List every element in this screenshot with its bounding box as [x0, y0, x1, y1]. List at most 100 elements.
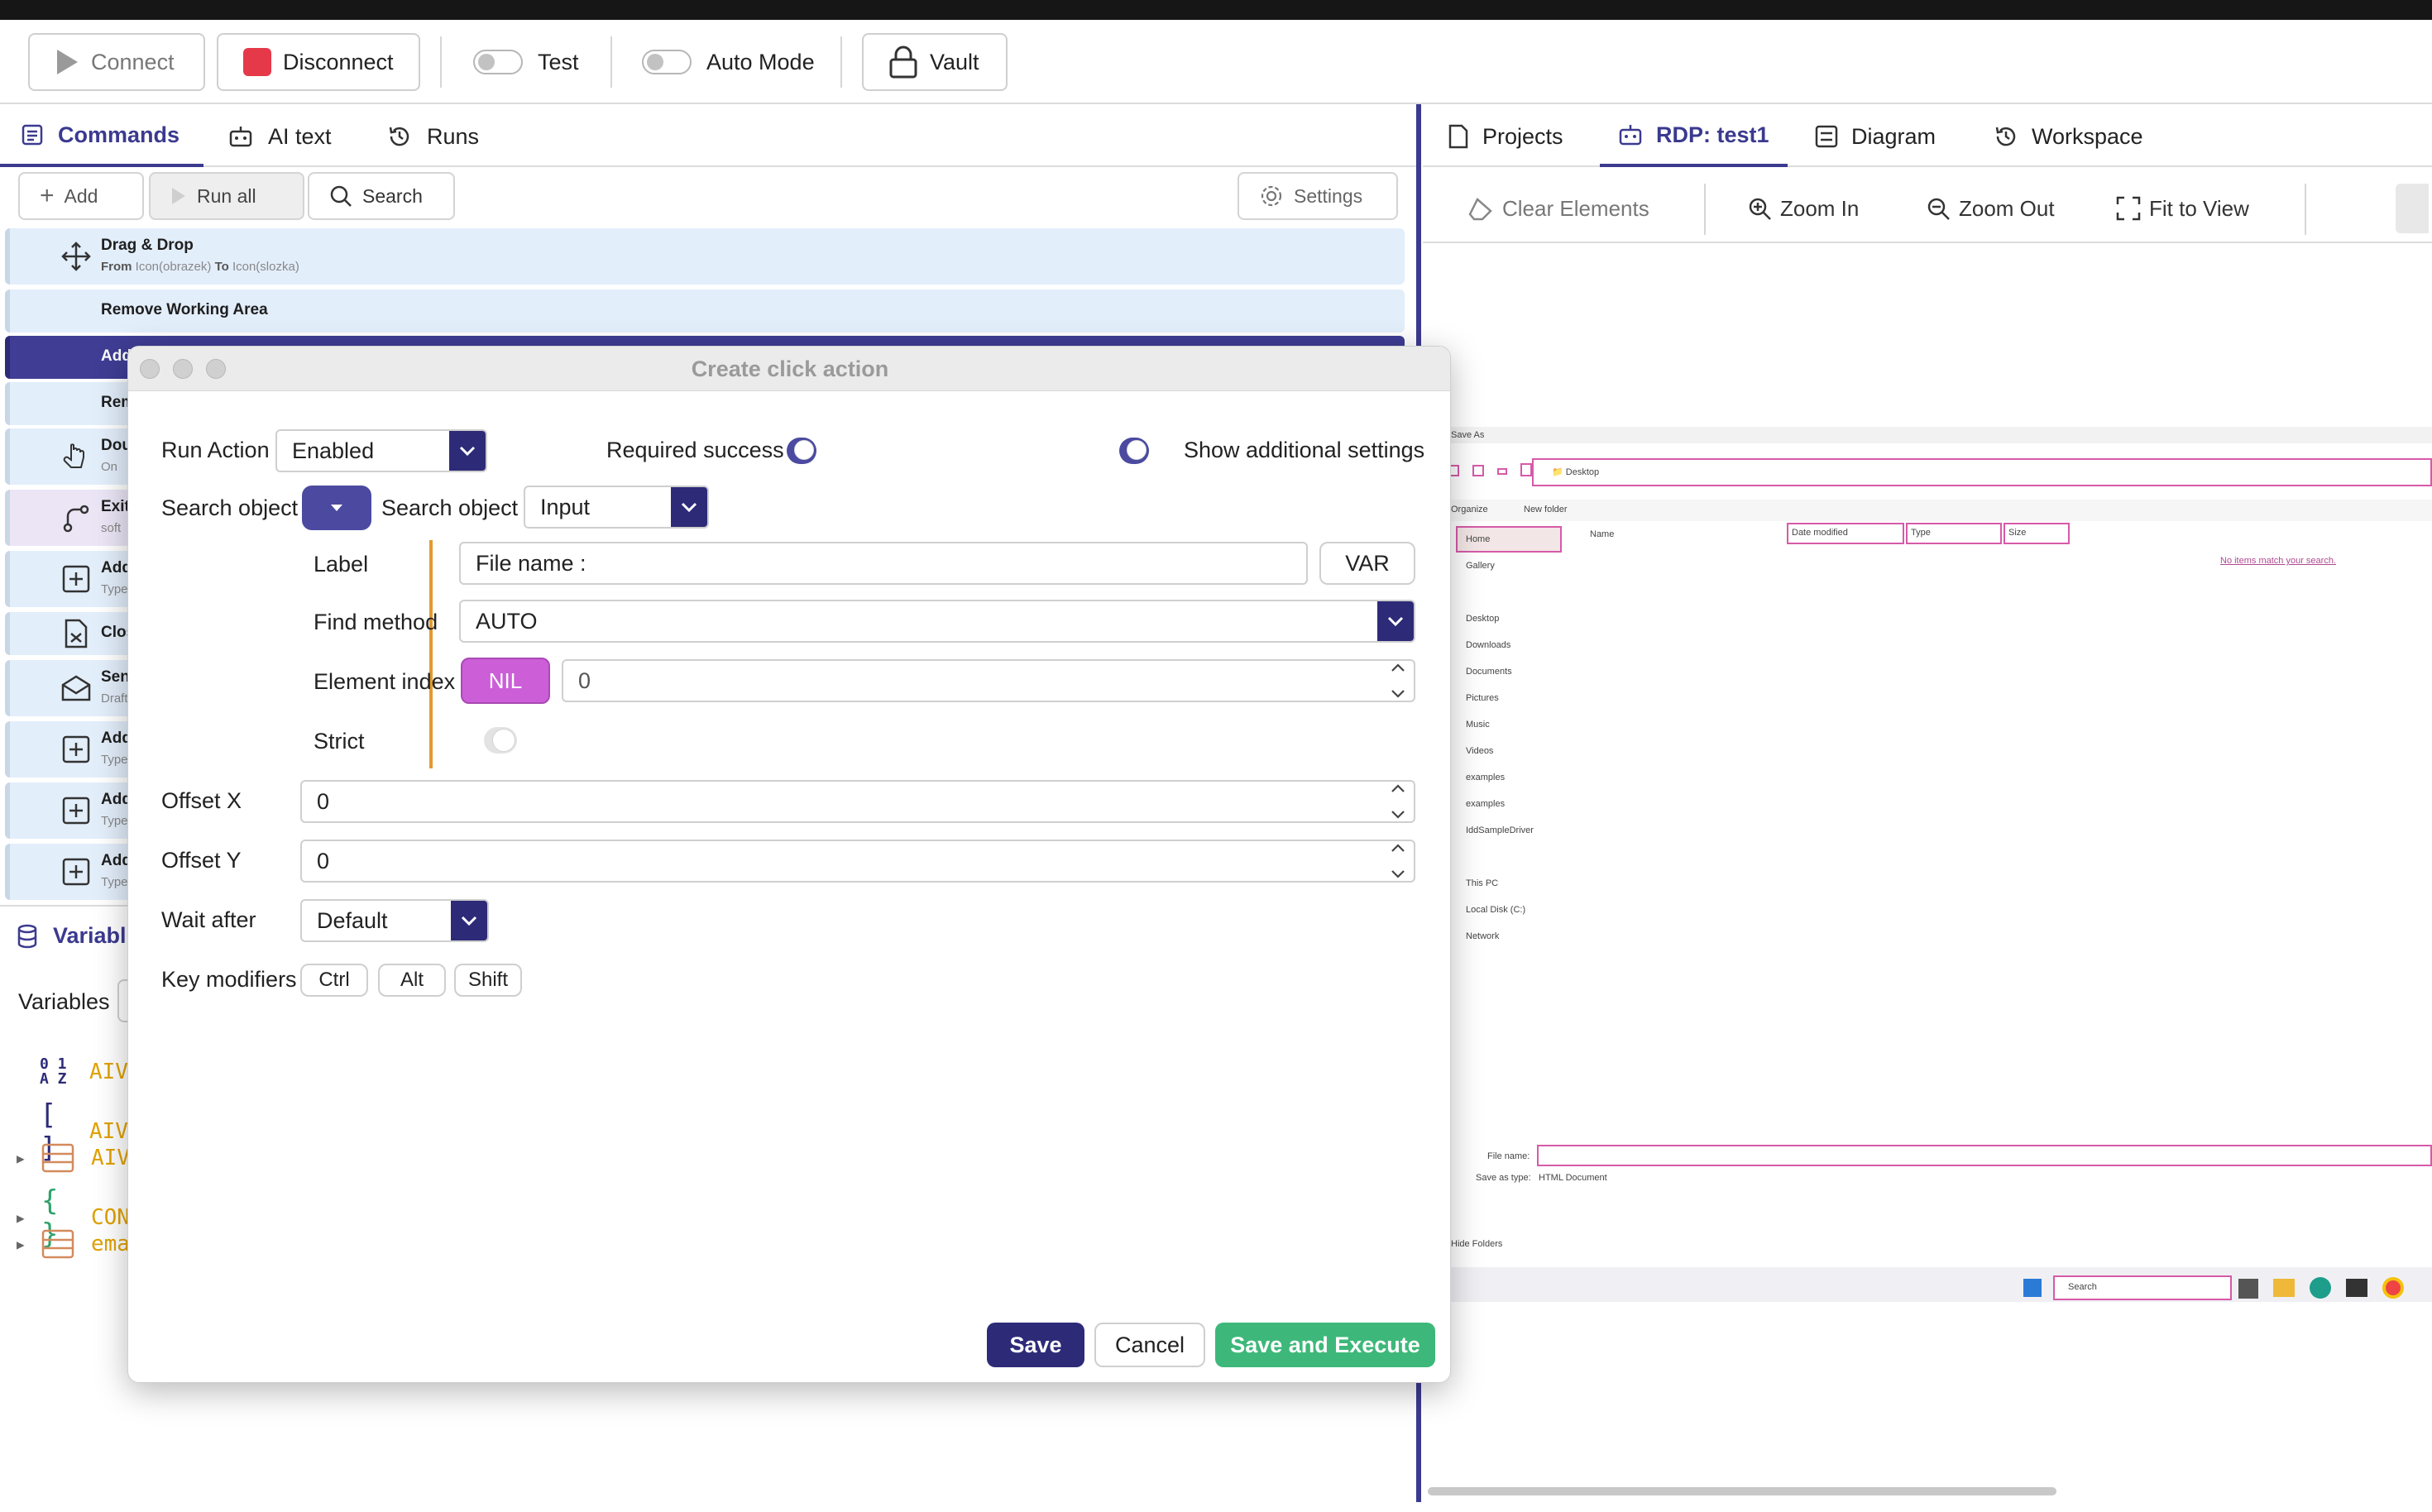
rdp-nav-item[interactable]: Documents	[1466, 667, 1512, 677]
shift-modifier-chip[interactable]: Shift	[454, 964, 522, 997]
label-input[interactable]: File name :	[459, 542, 1308, 585]
fit-to-view-button[interactable]: Fit to View	[2116, 184, 2249, 233]
strict-toggle[interactable]	[484, 727, 517, 754]
fit-view-icon	[2116, 196, 2141, 221]
offset-x-value: 0	[317, 788, 330, 814]
tab-projects[interactable]: Projects	[1429, 106, 1582, 167]
overflow-button[interactable]	[2396, 184, 2429, 233]
alt-modifier-chip[interactable]: Alt	[378, 964, 446, 997]
command-subtitle: Draft	[101, 691, 128, 706]
chevron-down-icon[interactable]	[1391, 810, 1405, 820]
taskbar-app-icon[interactable]	[2238, 1279, 2258, 1299]
rdp-nav-item[interactable]: examples	[1466, 773, 1505, 782]
offset-y-input[interactable]: 0	[300, 840, 1415, 883]
test-switch[interactable]	[473, 50, 523, 74]
rdp-this-pc[interactable]: This PC	[1466, 878, 1498, 888]
run-all-button[interactable]: Run all	[149, 172, 304, 220]
tab-commands[interactable]: Commands	[0, 106, 203, 167]
settings-button[interactable]: Settings	[1238, 172, 1398, 220]
rdp-nav-item[interactable]: Downloads	[1466, 640, 1510, 650]
rdp-nav-item[interactable]: Desktop	[1466, 614, 1499, 624]
command-row[interactable]: Drag & Drop From Icon(obrazek) To Icon(s…	[5, 228, 1405, 285]
save-and-execute-button[interactable]: Save and Execute	[1215, 1323, 1435, 1367]
find-method-select[interactable]: AUTO	[459, 600, 1415, 643]
windows-start-icon[interactable]	[2023, 1279, 2042, 1297]
test-toggle[interactable]: Test	[473, 33, 579, 91]
terminal-app-icon[interactable]	[2346, 1279, 2367, 1297]
rdp-organize-button[interactable]: Organize	[1451, 505, 1488, 514]
rdp-file-name-input[interactable]	[1537, 1145, 2432, 1166]
rdp-network[interactable]: Network	[1466, 931, 1499, 941]
element-index-stepper[interactable]	[1387, 663, 1409, 699]
tab-ai-text[interactable]: AI text	[207, 106, 353, 167]
run-action-select[interactable]: Enabled	[275, 429, 487, 472]
edge-app-icon[interactable]	[2310, 1277, 2331, 1299]
chevron-up-icon[interactable]	[1391, 783, 1405, 793]
rdp-save-type-value[interactable]: HTML Document	[1539, 1173, 1607, 1183]
rdp-address-bar[interactable]	[1532, 458, 2432, 486]
rdp-nav-item[interactable]: Pictures	[1466, 693, 1499, 703]
variables-tab-label[interactable]: Variables	[18, 989, 110, 1015]
rdp-detected-element[interactable]	[1472, 465, 1484, 476]
element-index-input[interactable]: 0	[562, 659, 1415, 702]
offset-x-input[interactable]: 0	[300, 780, 1415, 823]
variable-item[interactable]: ▶ ema	[17, 1227, 130, 1261]
rdp-nav-item[interactable]: examples	[1466, 799, 1505, 809]
show-additional-toggle[interactable]	[1119, 438, 1149, 464]
disconnect-button[interactable]: Disconnect	[217, 33, 420, 91]
save-button[interactable]: Save	[987, 1323, 1084, 1367]
rdp-hide-folders[interactable]: Hide Folders	[1451, 1239, 1502, 1249]
variable-item[interactable]: 0 1A Z AIVI	[40, 1057, 141, 1087]
search-object-value: Input	[540, 494, 591, 519]
offset-y-stepper[interactable]	[1387, 843, 1409, 879]
zoom-in-icon	[1749, 198, 1771, 220]
zoom-out-button[interactable]: Zoom Out	[1926, 184, 2055, 233]
rdp-detected-element[interactable]	[1520, 463, 1532, 476]
rdp-local-disk[interactable]: Local Disk (C:)	[1466, 905, 1525, 915]
auto-mode-toggle[interactable]: Auto Mode	[642, 33, 815, 91]
clear-elements-button[interactable]: Clear Elements	[1467, 184, 1649, 233]
command-row[interactable]: Remove Working Area	[5, 289, 1405, 333]
variable-item[interactable]: ▶ AIVI	[17, 1141, 143, 1175]
rdp-nav-item[interactable]: IddSampleDriver	[1466, 825, 1534, 835]
add-command-button[interactable]: + Add	[18, 172, 144, 220]
rdp-column-name[interactable]: Name	[1590, 529, 1614, 539]
tab-rdp[interactable]: RDP: test1	[1600, 106, 1788, 167]
auto-mode-label: Auto Mode	[706, 49, 815, 74]
rdp-empty-message: No items match your search.	[2220, 556, 2336, 566]
dialog-title-bar[interactable]: Create click action	[128, 347, 1450, 391]
folder-app-icon[interactable]	[2273, 1279, 2295, 1297]
search-object-mode-button[interactable]	[302, 486, 371, 530]
cancel-button[interactable]: Cancel	[1094, 1323, 1205, 1367]
rdp-canvas[interactable]: Save As 📁 Desktop Organize New folder Ho…	[1428, 248, 2432, 1500]
offset-x-stepper[interactable]	[1387, 783, 1409, 820]
rdp-nav-item[interactable]: Music	[1466, 720, 1490, 730]
chevron-down-icon[interactable]	[1391, 869, 1405, 879]
wait-after-select[interactable]: Default	[300, 899, 489, 942]
nil-button[interactable]: NIL	[461, 658, 550, 704]
connect-button[interactable]: Connect	[28, 33, 205, 91]
search-object-select[interactable]: Input	[524, 486, 709, 529]
rdp-new-folder-button[interactable]: New folder	[1524, 505, 1568, 514]
tab-runs[interactable]: Runs	[366, 106, 500, 167]
chevron-up-icon[interactable]	[1391, 843, 1405, 853]
chevron-up-icon[interactable]	[1391, 663, 1405, 672]
search-object-label: Search object	[161, 495, 299, 520]
auto-mode-switch[interactable]	[642, 50, 692, 74]
zoom-in-button[interactable]: Zoom In	[1747, 184, 1859, 233]
tab-workspace[interactable]: Workspace	[1975, 106, 2162, 167]
rdp-detected-element[interactable]	[1497, 468, 1507, 475]
rdp-nav-item[interactable]: Videos	[1466, 746, 1493, 756]
required-success-toggle[interactable]	[787, 438, 816, 464]
zoom-out-label: Zoom Out	[1959, 195, 2055, 221]
vault-button[interactable]: Vault	[862, 33, 1008, 91]
chrome-app-icon[interactable]	[2382, 1277, 2404, 1299]
ctrl-modifier-chip[interactable]: Ctrl	[300, 964, 368, 997]
variables-panel-header[interactable]: Variabl	[17, 923, 127, 949]
var-button[interactable]: VAR	[1319, 542, 1415, 585]
chevron-down-icon[interactable]	[1391, 689, 1405, 699]
search-commands-button[interactable]: Search	[308, 172, 455, 220]
tab-workspace-label: Workspace	[2032, 123, 2143, 149]
rdp-horizontal-scrollbar[interactable]	[1428, 1487, 2056, 1495]
tab-diagram[interactable]: Diagram	[1797, 106, 1954, 167]
